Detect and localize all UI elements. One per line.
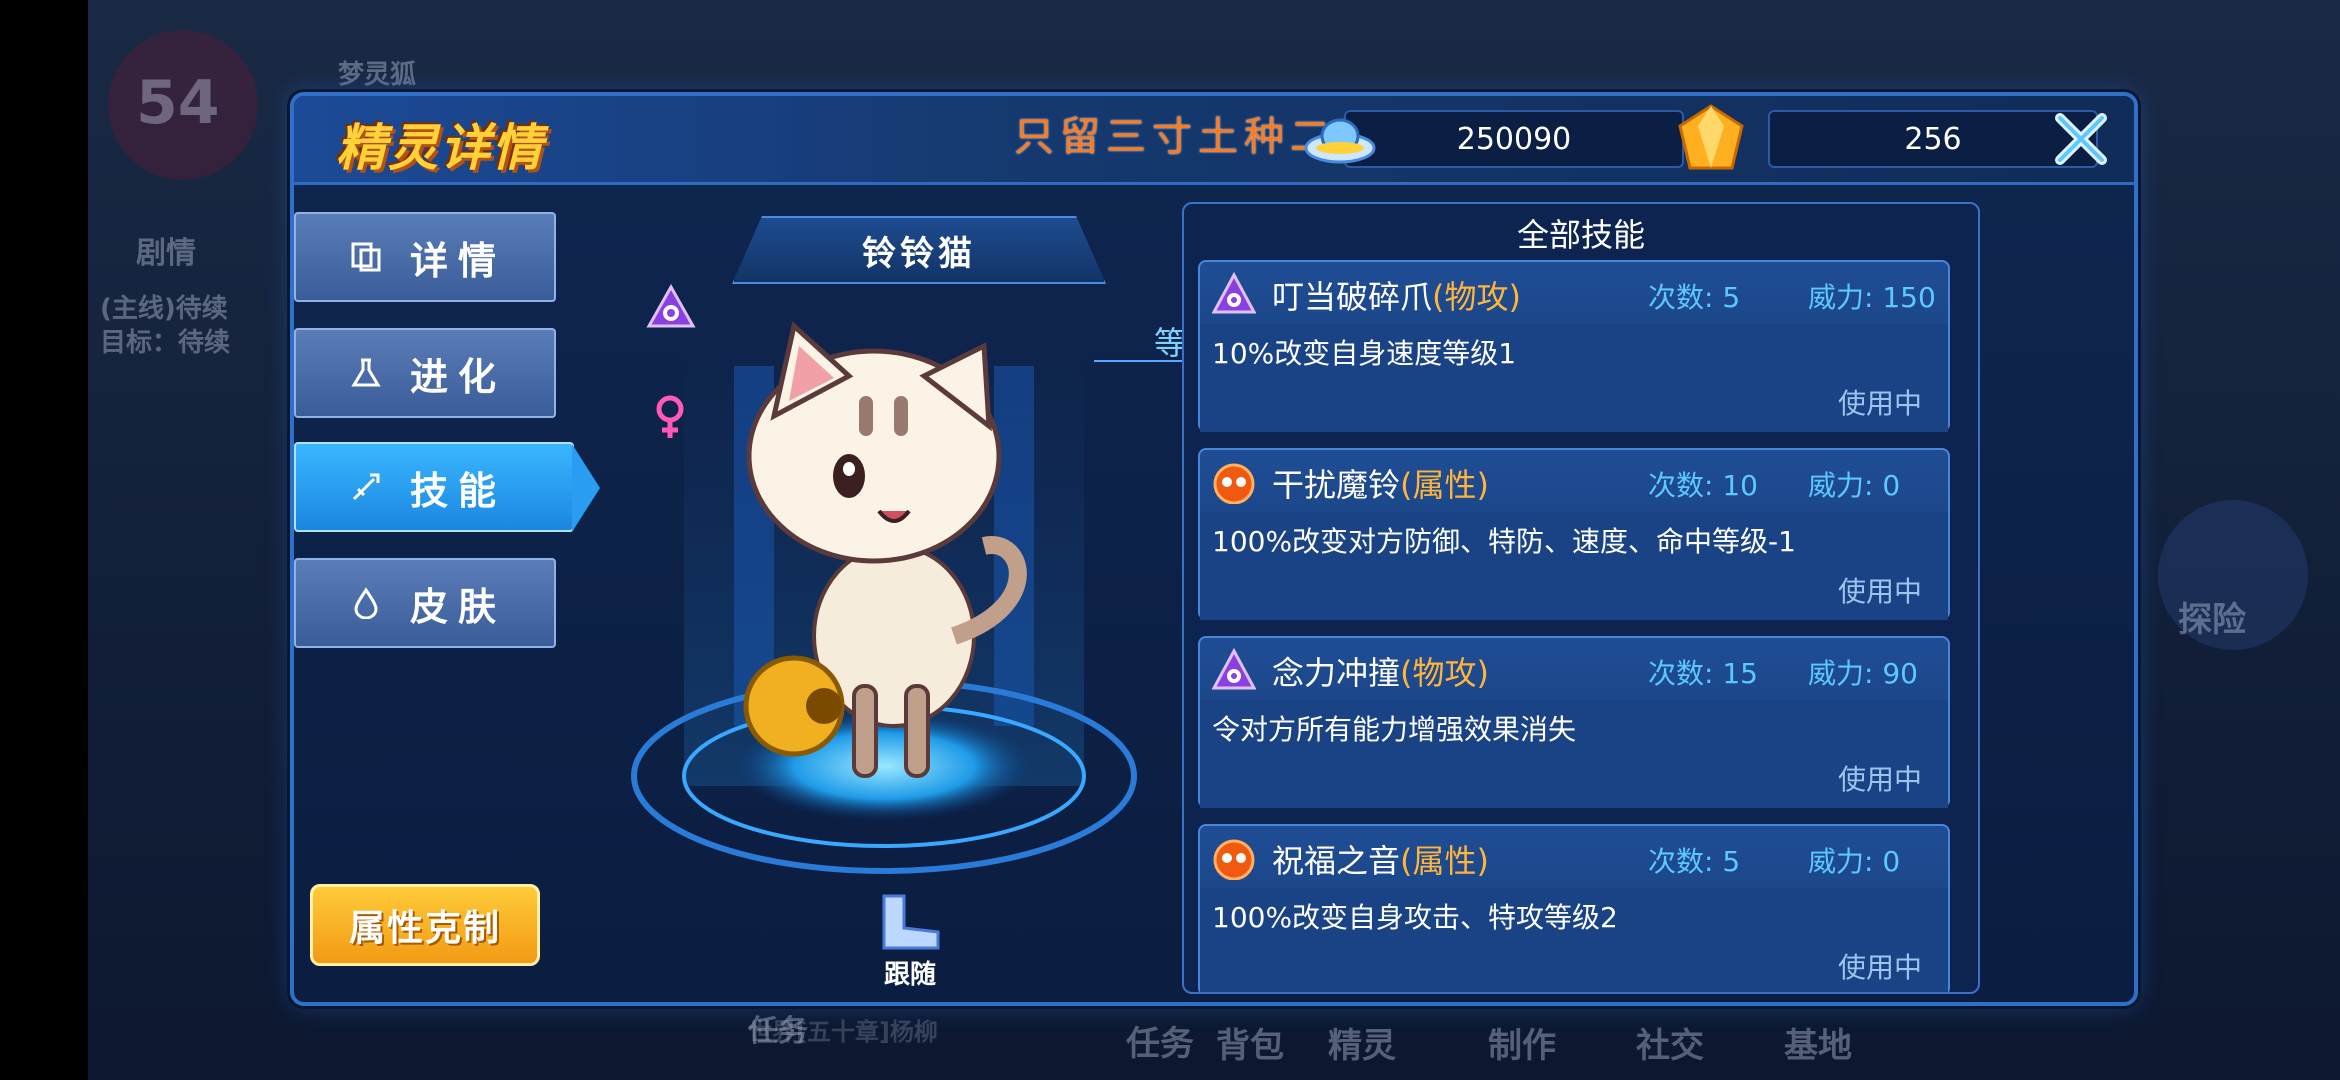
pet-stage (631, 321, 1137, 874)
skills-panel: 全部技能 叮当破碎爪(物攻) 次数: 5 威力: 150 10%改变自身速度等级… (1182, 202, 1980, 994)
follow-boot-icon[interactable] (876, 892, 946, 952)
diamond-display: 256 (1768, 110, 2098, 168)
type-chart-button[interactable]: 属性克制 (310, 884, 540, 966)
skill-name-text: 干扰魔铃 (1272, 466, 1401, 504)
panel-header: 精灵详情 只留三寸土种二月花 250090 256 (294, 96, 2134, 185)
skill-name-text: 叮当破碎爪 (1272, 278, 1433, 316)
skill-desc: 10%改变自身速度等级1 (1212, 337, 1517, 370)
screen-edge (0, 0, 88, 1080)
chat-hint: 世界[五十章]杨柳 (748, 1018, 938, 1046)
tab-evolution[interactable]: 进化 (294, 328, 556, 418)
skill-power: 威力: 0 (1808, 469, 1901, 502)
story-label: 剧情 (136, 236, 196, 271)
skill-name: 叮当破碎爪(物攻) (1272, 272, 1521, 318)
tab-skins[interactable]: 皮肤 (294, 558, 556, 648)
drop-icon (346, 583, 386, 623)
skill-pp: 次数: 5 (1648, 845, 1741, 878)
sword-icon (346, 467, 386, 507)
skill-card[interactable]: 念力冲撞(物攻) 次数: 15 威力: 90 令对方所有能力增强效果消失 使用中 (1198, 636, 1950, 808)
skill-pp: 次数: 10 (1648, 469, 1758, 502)
skill-status: 使用中 (1837, 951, 1922, 984)
skill-name: 干扰魔铃(属性) (1272, 460, 1489, 506)
pet-name: 铃铃猫 (862, 233, 976, 274)
tab-evolution-label: 进化 (410, 354, 507, 399)
skill-status: 使用中 (1837, 387, 1922, 420)
coin-amount: 250090 (1456, 121, 1572, 157)
tab-details-label: 详情 (410, 238, 507, 283)
coin-ufo-icon (1304, 118, 1376, 164)
active-tab-arrow (572, 444, 600, 532)
fire-mask-icon (1213, 839, 1255, 880)
bottom-nav-2: 背包 (1216, 1026, 1284, 1066)
flask-icon (346, 353, 386, 393)
psychic-triangle-icon (1212, 648, 1256, 690)
skill-type: (属性) (1400, 466, 1489, 504)
skill-name-text: 祝福之音 (1272, 842, 1401, 880)
skill-desc: 100%改变自身攻击、特攻等级2 (1212, 901, 1618, 934)
skill-type: (属性) (1400, 842, 1489, 880)
skill-type: (物攻) (1400, 654, 1489, 692)
fire-mask-icon (1213, 463, 1255, 504)
skill-power: 威力: 150 (1808, 281, 1936, 314)
skill-power: 威力: 90 (1808, 657, 1918, 690)
skill-pp: 次数: 15 (1648, 657, 1758, 690)
close-icon (2055, 113, 2107, 165)
skills-panel-title: 全部技能 (1516, 216, 1645, 254)
skill-card[interactable]: 干扰魔铃(属性) 次数: 10 威力: 0 100%改变对方防御、特防、速度、命… (1198, 448, 1950, 620)
skill-card[interactable]: 祝福之音(属性) 次数: 5 威力: 0 100%改变自身攻击、特攻等级2 使用… (1198, 824, 1950, 992)
bottom-nav-5: 社交 (1636, 1026, 1704, 1066)
bottom-nav-4: 制作 (1488, 1026, 1556, 1066)
document-icon (346, 237, 386, 277)
skill-desc: 100%改变对方防御、特防、速度、命中等级-1 (1212, 525, 1796, 558)
diamond-amount: 256 (1904, 121, 1962, 157)
quest-line: (主线)待续 (100, 294, 228, 324)
bottom-nav-6: 基地 (1784, 1026, 1852, 1066)
bottom-nav-1b: 任务 (1126, 1024, 1194, 1064)
follow-label: 跟随 (884, 960, 937, 990)
diamond-icon (1678, 104, 1744, 170)
tab-skins-label: 皮肤 (410, 584, 507, 629)
skill-name-text: 念力冲撞 (1272, 654, 1401, 692)
level-badge: 54 (136, 68, 220, 138)
quest-goal: 目标：待续 (100, 328, 231, 358)
skill-desc: 令对方所有能力增强效果消失 (1212, 713, 1577, 746)
pet-name-plate: 铃铃猫 (732, 216, 1106, 284)
tab-skills-label: 技能 (410, 468, 507, 513)
pet-detail-panel: 精灵详情 只留三寸土种二月花 250090 256 详情 进化 技能 皮肤 属性… (290, 92, 2138, 1006)
skill-pp: 次数: 5 (1648, 281, 1741, 314)
tab-skills[interactable]: 技能 (294, 442, 600, 532)
explore-label: 探险 (2178, 600, 2246, 640)
bottom-nav-3: 精灵 (1328, 1026, 1396, 1066)
skill-status: 使用中 (1837, 763, 1922, 796)
panel-title: 精灵详情 (336, 119, 544, 177)
skill-type: (物攻) (1432, 278, 1521, 316)
skill-power: 威力: 0 (1808, 845, 1901, 878)
close-button[interactable] (2050, 108, 2112, 170)
skill-status: 使用中 (1837, 575, 1922, 608)
tab-details[interactable]: 详情 (294, 212, 556, 302)
coin-display: 250090 (1344, 110, 1684, 168)
skill-name: 祝福之音(属性) (1272, 836, 1489, 882)
psychic-triangle-icon (1212, 272, 1256, 314)
player-tag: 梦灵狐 (338, 60, 417, 90)
skill-name: 念力冲撞(物攻) (1272, 648, 1489, 694)
skill-card[interactable]: 叮当破碎爪(物攻) 次数: 5 威力: 150 10%改变自身速度等级1 使用中 (1198, 260, 1950, 432)
